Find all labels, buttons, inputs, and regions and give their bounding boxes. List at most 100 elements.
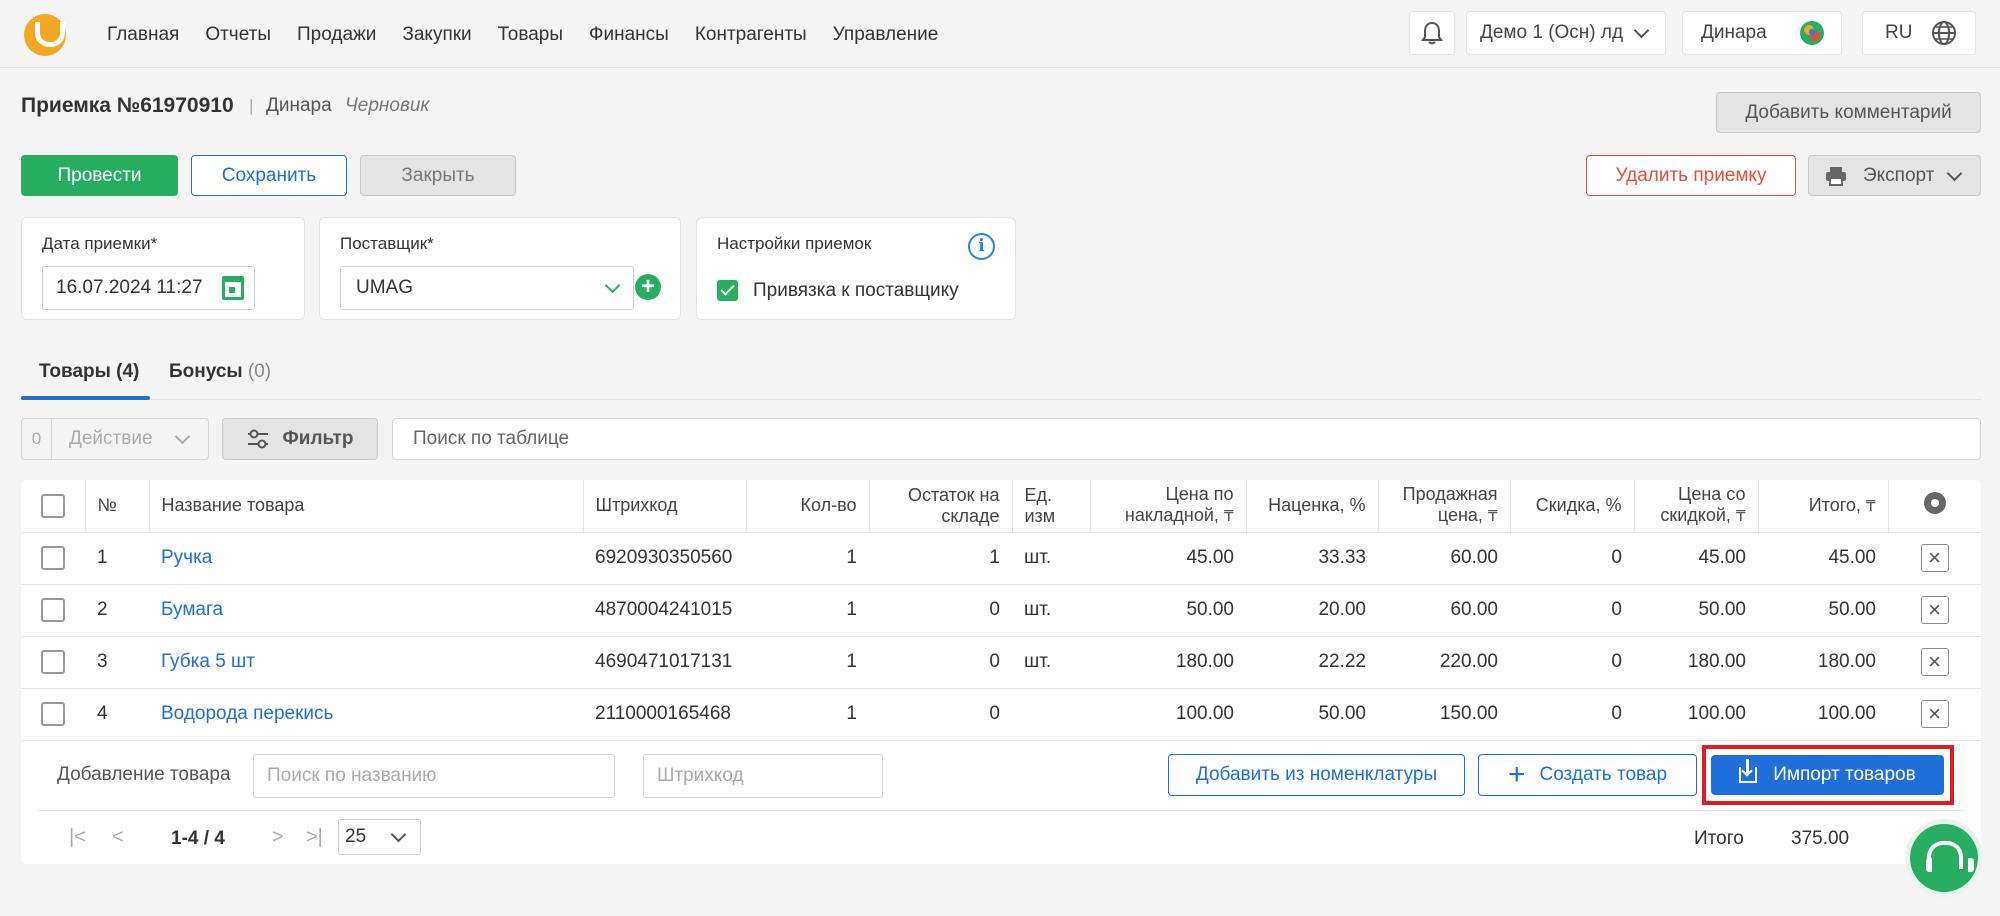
goods-table: № Название товара Штрихкод Кол-во Остато…: [21, 480, 1981, 864]
select-all-checkbox[interactable]: [40, 493, 65, 518]
row-invoice-price[interactable]: 100.00: [1090, 688, 1246, 741]
nav-item-reports[interactable]: Отчеты: [205, 24, 271, 46]
receipt-date-input[interactable]: 16.07.2024 11:27: [42, 266, 255, 310]
row-markup[interactable]: 33.33: [1246, 532, 1378, 585]
close-icon[interactable]: ×: [1920, 700, 1949, 728]
gear-icon[interactable]: [1923, 492, 1946, 515]
company-selector[interactable]: Демо 1 (Осн) лд: [1466, 11, 1666, 55]
row-markup[interactable]: 20.00: [1246, 584, 1378, 637]
row-invoice-price[interactable]: 180.00: [1090, 636, 1246, 689]
user-menu[interactable]: Динара: [1682, 11, 1842, 55]
col-sale-price[interactable]: Продажная цена, ₸: [1378, 480, 1511, 533]
row-qty[interactable]: 1: [746, 532, 869, 585]
row-sale-price[interactable]: 60.00: [1378, 532, 1510, 585]
product-link[interactable]: Водорода перекись: [149, 688, 583, 741]
col-invoice-price[interactable]: Цена по накладной, ₸: [1090, 480, 1247, 533]
row-invoice-price[interactable]: 50.00: [1090, 584, 1246, 637]
next-page-icon[interactable]: >: [272, 826, 284, 849]
close-icon[interactable]: ×: [1920, 544, 1949, 572]
barcode-input[interactable]: [643, 754, 883, 798]
col-discounted-price[interactable]: Цена со скидкой, ₸: [1634, 480, 1759, 533]
post-button[interactable]: Провести: [21, 155, 178, 196]
row-discounted-price: 180.00: [1634, 636, 1758, 689]
supplier-select[interactable]: UMAG: [340, 266, 634, 310]
close-icon[interactable]: ×: [1920, 596, 1949, 624]
nav-item-home[interactable]: Главная: [107, 24, 179, 46]
product-link[interactable]: Бумага: [149, 584, 583, 637]
first-page-icon[interactable]: |<: [69, 826, 86, 849]
row-qty[interactable]: 1: [746, 584, 869, 637]
info-icon[interactable]: i: [968, 233, 995, 260]
chevron-down-icon: [1633, 22, 1650, 39]
chevron-down-icon: [604, 277, 621, 294]
row-select-cell: [21, 636, 85, 689]
close-button[interactable]: Закрыть: [360, 155, 516, 196]
save-button[interactable]: Сохранить: [191, 155, 347, 196]
row-markup[interactable]: 50.00: [1246, 688, 1378, 741]
row-checkbox[interactable]: [41, 546, 65, 570]
close-icon[interactable]: ×: [1920, 648, 1949, 676]
create-product-label: Создать товар: [1539, 764, 1668, 785]
row-sale-price[interactable]: 150.00: [1378, 688, 1510, 741]
row-checkbox[interactable]: [41, 598, 65, 622]
import-products-button[interactable]: Импорт товаров: [1711, 755, 1944, 795]
row-qty[interactable]: 1: [746, 688, 869, 741]
product-link[interactable]: Ручка: [149, 532, 583, 585]
support-headset-icon[interactable]: [1910, 824, 1978, 892]
globe-icon: [1932, 21, 1956, 45]
create-product-button[interactable]: + Создать товар: [1478, 754, 1697, 796]
bulk-action-select[interactable]: 0 Действие: [21, 418, 209, 460]
export-button[interactable]: Экспорт: [1808, 155, 1981, 196]
tenge-sign: ₸: [1223, 508, 1234, 526]
main-nav: Главная Отчеты Продажи Закупки Товары Фи…: [107, 24, 964, 46]
select-all-cell: [21, 480, 86, 533]
last-page-icon[interactable]: >|: [306, 826, 323, 849]
nav-item-purchases[interactable]: Закупки: [402, 24, 471, 46]
row-discount[interactable]: 0: [1510, 636, 1634, 689]
tab-bonuses[interactable]: Бонусы (0): [169, 361, 271, 383]
chevron-down-icon: [174, 428, 191, 445]
row-sale-price[interactable]: 60.00: [1378, 584, 1510, 637]
row-discount[interactable]: 0: [1510, 688, 1634, 741]
nav-item-contractors[interactable]: Контрагенты: [695, 24, 807, 46]
col-sale-price-label: Продажная цена,: [1402, 484, 1498, 526]
tab-goods[interactable]: Товары (4): [39, 361, 139, 383]
add-from-nomenclature-button[interactable]: Добавить из номенклатуры: [1168, 754, 1465, 796]
product-link[interactable]: Губка 5 шт: [149, 636, 583, 689]
delete-receipt-button[interactable]: Удалить приемку: [1586, 155, 1796, 196]
language-selector[interactable]: RU: [1862, 11, 1976, 55]
nav-item-finance[interactable]: Финансы: [589, 24, 669, 46]
product-name-search-input[interactable]: [253, 754, 615, 798]
add-comment-button[interactable]: Добавить комментарий: [1716, 92, 1981, 133]
top-bar: Главная Отчеты Продажи Закупки Товары Фи…: [0, 0, 2000, 68]
add-supplier-icon[interactable]: +: [635, 274, 661, 300]
notifications-button[interactable]: [1409, 11, 1455, 55]
company-name: Демо 1 (Осн) лд: [1480, 22, 1624, 43]
row-invoice-price[interactable]: 45.00: [1090, 532, 1246, 585]
row-delete-cell: ×: [1888, 636, 1981, 689]
per-page-value: 25: [345, 826, 367, 847]
row-qty[interactable]: 1: [746, 636, 869, 689]
row-discount[interactable]: 0: [1510, 532, 1634, 585]
umag-logo-icon[interactable]: [24, 14, 66, 56]
row-checkbox[interactable]: [41, 650, 65, 674]
table-row: 4 Водорода перекись 2110000165468 1 0 10…: [21, 688, 1981, 741]
calendar-icon[interactable]: [222, 276, 244, 300]
bind-supplier-checkbox[interactable]: [717, 280, 738, 301]
active-tab-indicator: [21, 396, 150, 400]
prev-page-icon[interactable]: <: [112, 826, 124, 849]
nav-item-goods[interactable]: Товары: [498, 24, 563, 46]
col-total[interactable]: Итого, ₸: [1758, 480, 1889, 533]
doc-author: Динара: [266, 95, 332, 116]
table-search-input[interactable]: [392, 418, 1981, 460]
nav-item-sales[interactable]: Продажи: [297, 24, 376, 46]
per-page-select[interactable]: 25: [338, 819, 421, 855]
row-unit: [1012, 688, 1090, 741]
chevron-down-icon: [390, 826, 407, 843]
row-sale-price[interactable]: 220.00: [1378, 636, 1510, 689]
row-discount[interactable]: 0: [1510, 584, 1634, 637]
filter-button[interactable]: Фильтр: [222, 418, 378, 460]
row-markup[interactable]: 22.22: [1246, 636, 1378, 689]
row-checkbox[interactable]: [41, 702, 65, 726]
nav-item-management[interactable]: Управление: [833, 24, 939, 46]
